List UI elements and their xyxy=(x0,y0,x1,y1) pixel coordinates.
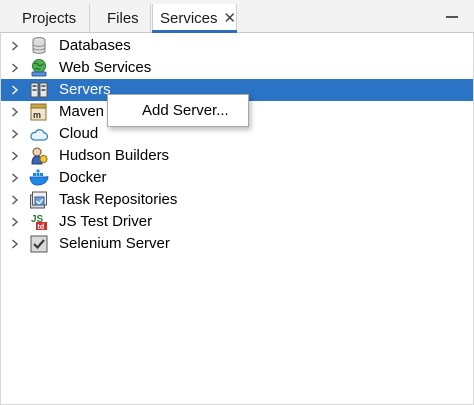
close-icon[interactable]: ✕ xyxy=(224,11,237,26)
tree-node-label: Cloud xyxy=(59,125,99,142)
tab-files[interactable]: Files xyxy=(91,4,151,32)
chevron-right-icon[interactable] xyxy=(11,173,19,183)
database-icon xyxy=(29,36,49,56)
chevron-right-icon[interactable] xyxy=(11,129,19,139)
chevron-right-icon[interactable] xyxy=(11,195,19,205)
task-repositories-icon xyxy=(29,190,49,210)
tree-node-label: Databases xyxy=(59,37,131,54)
tree-node-docker[interactable]: Docker xyxy=(1,167,473,189)
tree-node-label: Hudson Builders xyxy=(59,147,170,164)
chevron-right-icon[interactable] xyxy=(11,107,19,117)
add-server-menu-item[interactable]: Add Server... xyxy=(108,95,248,126)
chevron-right-icon[interactable] xyxy=(11,217,19,227)
tree-node-task-repositories[interactable]: Task Repositories xyxy=(1,189,473,211)
minimize-icon[interactable] xyxy=(446,16,458,18)
svg-text:td: td xyxy=(38,224,45,231)
tree-node-web-services[interactable]: Web Services xyxy=(1,57,473,79)
services-panel: Databases Web Services Servers m Maven C… xyxy=(0,33,474,405)
maven-icon: m xyxy=(29,102,49,122)
js-test-driver-icon: JS td xyxy=(29,212,49,232)
chevron-right-icon[interactable] xyxy=(11,63,19,73)
tree-node-databases[interactable]: Databases xyxy=(1,35,473,57)
chevron-right-icon[interactable] xyxy=(11,41,19,51)
tree-node-label: Web Services xyxy=(59,59,152,76)
tab-services[interactable]: Services ✕ xyxy=(152,4,237,33)
tree-node-label: Selenium Server xyxy=(59,235,170,252)
tab-files-label: Files xyxy=(107,9,139,27)
tree-node-hudson-builders[interactable]: Hudson Builders xyxy=(1,145,473,167)
tree-node-selenium-server[interactable]: Selenium Server xyxy=(1,233,473,255)
svg-text:m: m xyxy=(33,110,41,120)
tree-node-label: Task Repositories xyxy=(59,191,178,208)
tree-node-label: Servers xyxy=(59,81,111,98)
tab-bar: Projects Files Services ✕ xyxy=(0,0,474,33)
chevron-right-icon[interactable] xyxy=(11,85,19,95)
hudson-icon xyxy=(29,146,49,166)
web-services-icon xyxy=(29,58,49,78)
add-server-label: Add Server... xyxy=(142,102,229,119)
tree-node-label: Docker xyxy=(59,169,107,186)
cloud-icon xyxy=(29,124,49,144)
services-tree: Databases Web Services Servers m Maven C… xyxy=(1,35,473,255)
chevron-right-icon[interactable] xyxy=(11,239,19,249)
tab-projects[interactable]: Projects xyxy=(10,4,90,32)
tab-services-label: Services xyxy=(160,10,218,27)
docker-icon xyxy=(29,168,49,188)
tree-node-label: Maven xyxy=(59,103,105,120)
tab-projects-label: Projects xyxy=(22,9,77,27)
chevron-right-icon[interactable] xyxy=(11,151,19,161)
servers-icon xyxy=(29,80,49,100)
selenium-icon xyxy=(29,234,49,254)
tree-node-label: JS Test Driver xyxy=(59,213,153,230)
tree-node-js-test-driver[interactable]: JS td JS Test Driver xyxy=(1,211,473,233)
context-menu: Add Server... xyxy=(107,94,249,127)
